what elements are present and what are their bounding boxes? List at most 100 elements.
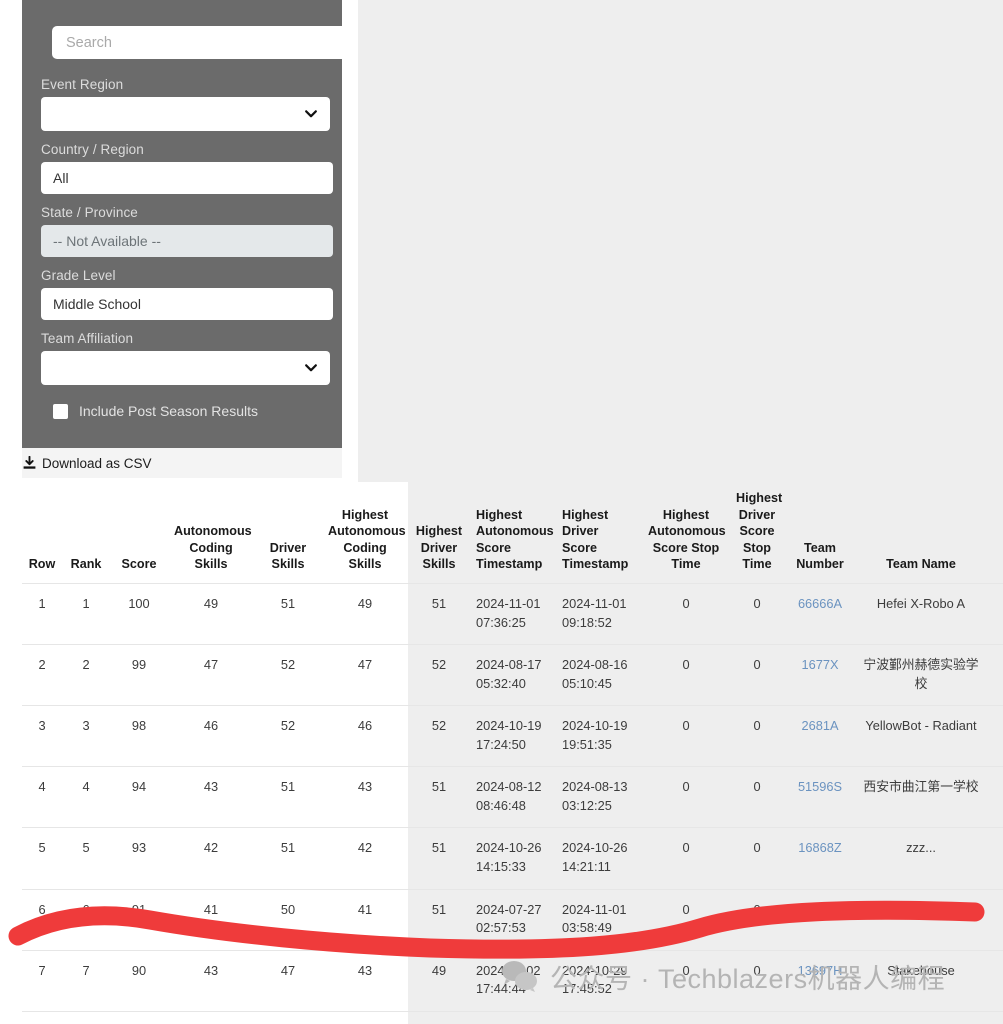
table-body: 1 1 100 49 51 49 51 2024-11-01 07:36:25 2024-11-… [22,583,1003,1024]
include-post-season-row[interactable]: Include Post Season Results [41,403,323,419]
field-country-region: Country / Region All [41,142,333,194]
cell-highest-driver-score-timestamp: 2024-08-13 03:12:25 [556,766,642,828]
team-number-link[interactable]: 66666A [798,596,842,611]
cell-team-number[interactable]: 1677X [784,644,856,706]
cell-auto-coding-skills: 49 [168,583,254,645]
cell-team-number[interactable]: 66666A [784,583,856,645]
csv-bar: Download as CSV [22,448,342,478]
cell-team-number[interactable]: 51596S [784,766,856,828]
event-region-select[interactable] [41,97,330,131]
th-highest-autonomous-coding-skills[interactable]: Highest Autonomous Coding Skills [322,482,408,584]
cell-team-number[interactable]: 393V [784,1010,856,1024]
table-row[interactable]: 7 7 90 43 47 43 49 2024-11-02 17:44:44 2024-10-2… [22,949,1003,1012]
th-team-number[interactable]: Team Number [784,482,856,584]
th-highest-autonomous-score-timestamp[interactable]: Highest Autonomous Score Timestamp [470,482,556,584]
cell-row: 1 [22,583,62,645]
cell-team-name: zzz... [856,827,986,890]
cell-highest-driver-skills [408,1010,470,1024]
th-highest-driver-score-stop-time[interactable]: Highest Driver Score Stop Time [730,482,784,584]
team-number-link[interactable]: 1677X [801,657,838,672]
table-row[interactable]: 6 6 91 41 50 41 51 2024-07-27 02:57:53 2024-11-0… [22,888,1003,951]
table-row[interactable]: 5 5 93 42 51 42 51 2024-10-26 14:15:33 2024-10-2… [22,827,1003,890]
th-row[interactable]: Row [22,482,62,584]
cell-team-name-overflow: 宁 [986,644,1003,706]
cell-row: 2 [22,644,62,706]
cell-highest-driver-skills: 49 [408,949,470,1012]
cell-rank: 2 [62,644,110,706]
cell-team-name: YellowBot - Radiant [856,705,986,767]
search-row: Search [41,26,352,59]
cell-highest-auto-coding-skills: 46 [322,705,408,767]
download-icon [23,456,36,469]
event-region-select-wrap[interactable] [41,97,330,131]
table-row[interactable]: 889043474317:40:0528 20:18:392393VLegacy… [22,1010,1003,1024]
skills-results-table[interactable]: Row Rank Score Autonomous Coding Skills … [22,482,1003,1024]
cell-highest-driver-skills: 51 [408,888,470,951]
table-row[interactable]: 2 2 99 47 52 47 52 2024-08-17 05:32:40 2024-08-1… [22,644,1003,706]
cell-highest-auto-score-timestamp: 2024-08-17 05:32:40 [470,644,556,706]
cell-highest-driver-score-stop-time: 0 [730,644,784,706]
table-row[interactable]: 4 4 94 43 51 43 51 2024-08-12 08:46:48 2024-08-1… [22,766,1003,828]
th-score[interactable]: Score [110,482,168,584]
cell-highest-driver-score-timestamp: 2024-10-29 17:45:52 [556,949,642,1012]
page-root: Search Event Region Country / Region All… [0,0,1003,1024]
table-row[interactable]: 1 1 100 49 51 49 51 2024-11-01 07:36:25 2024-11-… [22,583,1003,645]
cell-auto-coding-skills: 43 [168,1010,254,1024]
cell-driver-skills: 51 [254,583,322,645]
results-table: Row Rank Score Autonomous Coding Skills … [22,482,1003,1024]
th-driver-skills[interactable]: Driver Skills [254,482,322,584]
cell-highest-auto-score-stop-time: 0 [642,705,730,767]
table-row[interactable]: 3 3 98 46 52 46 52 2024-10-19 17:24:50 2024-10-1… [22,705,1003,767]
cell-team-number[interactable]: 54008D [784,888,856,951]
th-autonomous-coding-skills[interactable]: Autonomous Coding Skills [168,482,254,584]
team-number-link[interactable]: 2681A [801,718,838,733]
cell-team-number[interactable]: 13697H [784,949,856,1012]
team-number-link[interactable]: 13697H [798,963,843,978]
cell-highest-driver-score-timestamp: 28 20:18:39 [556,1010,642,1024]
team-affiliation-select[interactable] [41,351,330,385]
cell-highest-driver-score-stop-time: 0 [730,827,784,890]
download-csv-button[interactable]: Download as CSV [22,456,152,471]
cell-rank: 6 [62,888,110,951]
field-event-region: Event Region [41,77,330,131]
th-team-name[interactable]: Team Name [856,482,986,584]
search-input[interactable]: Search [52,26,352,59]
cell-highest-driver-skills: 52 [408,644,470,706]
cell-team-number[interactable]: 2681A [784,705,856,767]
th-highest-driver-score-timestamp[interactable]: Highest Driver Score Timestamp [556,482,642,584]
state-province-input[interactable]: -- Not Available -- [41,225,333,257]
cell-team-name: 宁波鄞州赫德实验学校 [856,644,986,706]
cell-highest-driver-score-timestamp: 2024-10-19 19:51:35 [556,705,642,767]
cell-highest-auto-score-stop-time: 0 [642,644,730,706]
cell-highest-auto-score-stop-time: 0 [642,827,730,890]
cell-score: 90 [110,1010,168,1024]
include-post-season-label: Include Post Season Results [79,403,258,419]
th-rank[interactable]: Rank [62,482,110,584]
cell-auto-coding-skills: 41 [168,888,254,951]
cell-highest-auto-coding-skills: 47 [322,644,408,706]
cell-score: 90 [110,949,168,1012]
cell-highest-auto-score-timestamp: 2024-11-01 07:36:25 [470,583,556,645]
cell-driver-skills: 47 [254,1010,322,1024]
th-highest-driver-skills[interactable]: Highest Driver Skills [408,482,470,584]
country-region-label: Country / Region [41,142,144,157]
cell-highest-auto-score-stop-time: 0 [642,949,730,1012]
cell-highest-driver-skills: 51 [408,583,470,645]
cell-highest-auto-score-timestamp: 2024-07-27 02:57:53 [470,888,556,951]
cell-highest-driver-score-stop-time: 0 [730,705,784,767]
th-highest-autonomous-score-stop-time[interactable]: Highest Autonomous Score Stop Time [642,482,730,584]
include-post-season-checkbox[interactable] [53,403,68,419]
grade-level-input[interactable]: Middle School [41,288,333,320]
team-number-link[interactable]: 51596S [798,779,842,794]
cell-rank: 4 [62,766,110,828]
team-number-link[interactable]: 54008D [798,902,843,917]
cell-highest-driver-skills: 51 [408,827,470,890]
team-number-link[interactable]: 16868Z [798,840,841,855]
country-region-input[interactable]: All [41,162,333,194]
team-affiliation-select-wrap[interactable] [41,351,330,385]
cell-auto-coding-skills: 43 [168,949,254,1012]
cell-highest-auto-score-timestamp: 2024-10-19 17:24:50 [470,705,556,767]
cell-team-number[interactable]: 16868Z [784,827,856,890]
cell-score: 99 [110,644,168,706]
cell-auto-coding-skills: 43 [168,766,254,828]
